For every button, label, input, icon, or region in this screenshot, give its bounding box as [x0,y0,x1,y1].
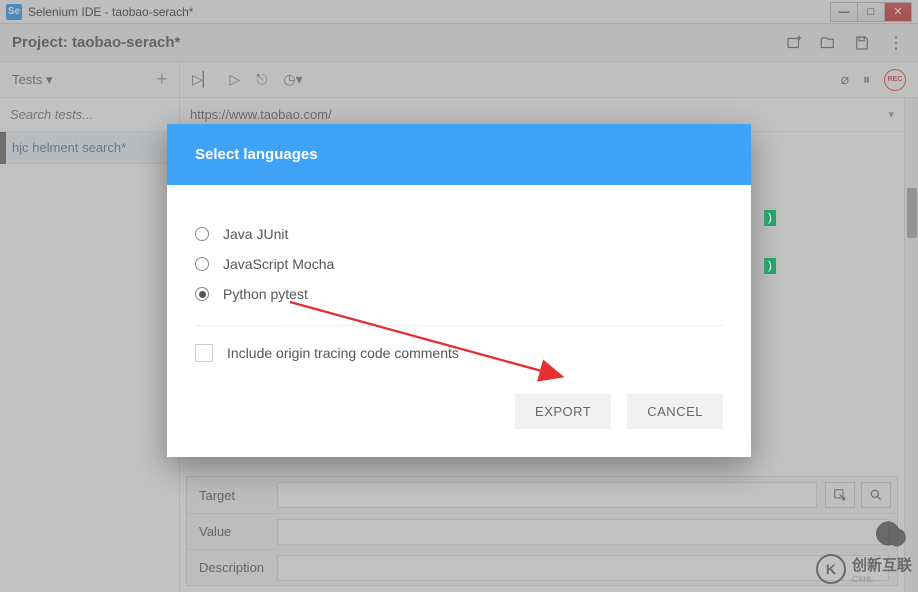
lang-option-python-pytest[interactable]: Python pytest [195,279,723,309]
lang-option-label: JavaScript Mocha [223,256,334,272]
modal-overlay: Select languages Java JUnit JavaScript M… [0,0,918,592]
export-button[interactable]: EXPORT [515,394,611,429]
include-origin-checkbox-row[interactable]: Include origin tracing code comments [195,326,723,372]
lang-option-label: Java JUnit [223,226,288,242]
highlight-marker: ) [764,258,776,274]
dialog-title: Select languages [167,124,751,185]
brand-name: 创新互联 [852,554,912,575]
brand-sub: CXHL [852,575,912,584]
language-options: Java JUnit JavaScript Mocha Python pytes… [195,219,723,326]
lang-option-javascript-mocha[interactable]: JavaScript Mocha [195,249,723,279]
watermark-area: K 创新互联 CXHL [816,520,912,584]
radio-icon [195,257,209,271]
highlight-marker: ) [764,210,776,226]
lang-option-label: Python pytest [223,286,308,302]
radio-icon [195,227,209,241]
radio-icon [195,287,209,301]
brand-logo-icon: K [816,554,846,584]
wechat-icon [872,520,912,550]
cancel-button[interactable]: CANCEL [627,394,723,429]
export-dialog: Select languages Java JUnit JavaScript M… [167,124,751,457]
include-origin-label: Include origin tracing code comments [227,345,459,361]
checkbox-icon [195,344,213,362]
lang-option-java-junit[interactable]: Java JUnit [195,219,723,249]
